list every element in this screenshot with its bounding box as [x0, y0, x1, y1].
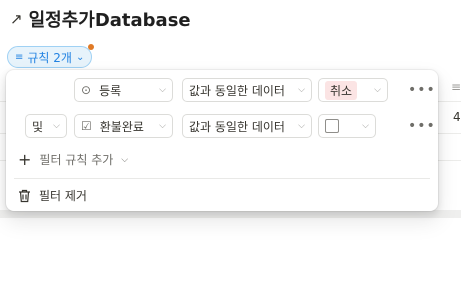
property-label: 등록 — [99, 83, 122, 98]
operator-label: 값과 동일한 데이터 — [189, 119, 285, 134]
divider — [14, 178, 430, 179]
chevron-down-icon: ⌄ — [75, 51, 85, 63]
remove-filter-label: 필터 제거 — [39, 189, 87, 203]
filter-icon: ≡ — [15, 51, 24, 63]
value-dropdown[interactable]: 취소 ⌵ — [318, 78, 388, 102]
plus-icon: + — [18, 150, 32, 169]
remove-filter-button[interactable]: 필터 제거 — [18, 187, 87, 204]
property-dropdown[interactable]: ⊙ 등록 ⌵ — [74, 78, 173, 102]
database-view: ↗ 일정추가Database ≡ 규칙 2개 ⌄ ≡ 4 ⊙ 등록 ⌵ 값과 동… — [0, 0, 461, 303]
chevron-down-icon: ⌵ — [159, 121, 166, 131]
add-filter-rule-button[interactable]: + 필터 규칙 추가 ⌵ — [18, 150, 128, 169]
chevron-down-icon: ⌵ — [53, 121, 60, 131]
unchecked-checkbox-icon[interactable] — [325, 119, 339, 133]
property-dropdown[interactable]: ☑ 환불완료 ⌵ — [74, 114, 173, 138]
filter-rules-chip[interactable]: ≡ 규칙 2개 ⌄ — [7, 44, 95, 68]
chevron-down-icon: ⌵ — [362, 121, 369, 131]
connector-dropdown[interactable]: 및 ⌵ — [25, 114, 67, 138]
more-options-icon[interactable]: ••• — [408, 118, 436, 134]
chevron-down-icon: ⌵ — [298, 121, 305, 131]
table-footer-band — [0, 210, 461, 218]
chevron-down-icon: ⌵ — [374, 85, 381, 95]
operator-label: 값과 동일한 데이터 — [189, 83, 285, 98]
chevron-down-icon: ⌵ — [159, 85, 166, 95]
filter-panel: ⊙ 등록 ⌵ 값과 동일한 데이터 ⌵ 취소 ⌵ ••• 및 ⌵ ☑ 환불완료 … — [6, 70, 438, 211]
more-options-icon[interactable]: ••• — [408, 82, 436, 98]
connector-label: 및 — [32, 119, 44, 134]
add-filter-rule-label: 필터 규칙 추가 — [39, 153, 114, 167]
notification-dot — [88, 44, 95, 50]
table-header-icon: ≡ — [451, 80, 461, 94]
trash-icon — [19, 189, 30, 202]
arrow-up-right-icon: ↗ — [10, 10, 23, 28]
operator-dropdown[interactable]: 값과 동일한 데이터 ⌵ — [182, 114, 312, 138]
operator-dropdown[interactable]: 값과 동일한 데이터 ⌵ — [182, 78, 312, 102]
value-dropdown[interactable]: ⌵ — [318, 114, 376, 138]
page-title-text: 일정추가Database — [28, 10, 191, 31]
page-title[interactable]: ↗ 일정추가Database — [10, 6, 191, 32]
value-tag: 취소 — [325, 80, 358, 100]
checkbox-icon: ☑ — [81, 119, 92, 133]
table-cell: 4 — [453, 110, 461, 124]
chevron-down-icon: ⌵ — [298, 85, 305, 95]
filter-chip-label: 규칙 2개 — [27, 50, 72, 65]
property-label: 환불완료 — [99, 119, 144, 134]
chevron-down-icon: ⌵ — [121, 154, 129, 165]
status-icon: ⊙ — [81, 83, 92, 97]
